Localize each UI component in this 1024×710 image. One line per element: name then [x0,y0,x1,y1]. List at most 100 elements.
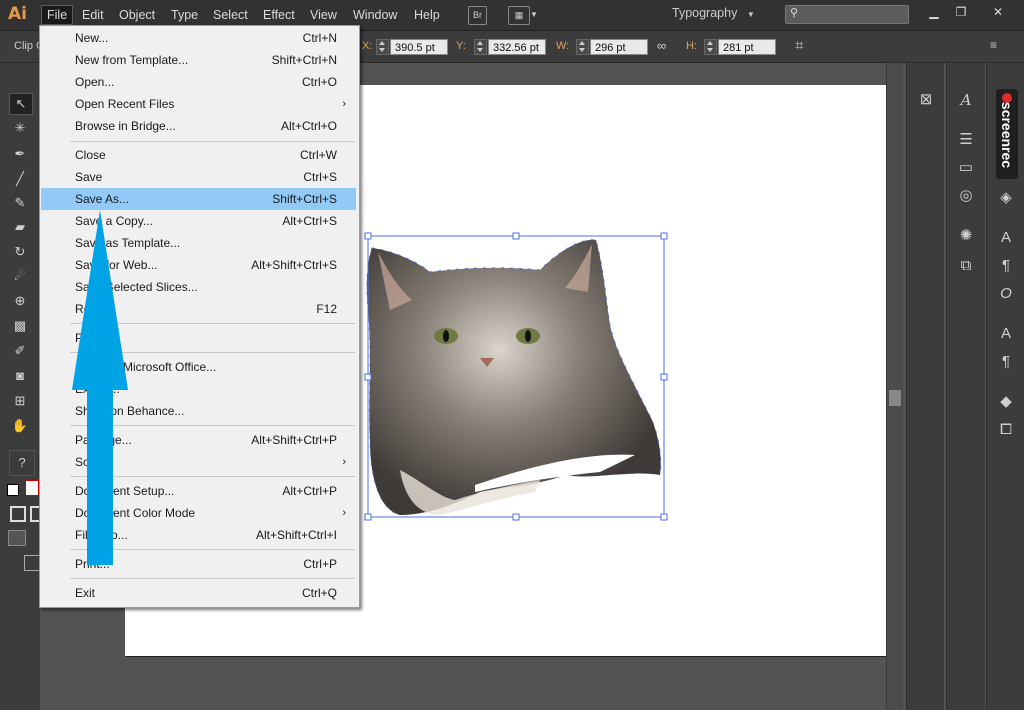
paragraph-style-icon[interactable]: ¶ [993,351,1019,373]
magic-wand-icon[interactable]: ✳ [9,118,31,138]
appearance-icon[interactable]: ✺ [953,225,979,247]
menu-edit[interactable]: Edit [82,7,104,23]
draw-normal-icon[interactable] [10,506,26,522]
tools-panel: ↖ ✳ ✒ ╱ ✎ ▰ ↻ ☄ ⊕ ▩ ✐ ◙ ⊞ ✋ ? [0,63,42,710]
menu-type[interactable]: Type [171,7,198,23]
menu-item-new[interactable]: New... Ctrl+N [41,27,356,49]
gradient-icon[interactable]: ▭ [953,157,979,179]
menu-separator [70,352,355,353]
menu-separator [70,476,355,477]
menu-separator [70,578,355,579]
menu-item-new-from-template[interactable]: New from Template... Shift+Ctrl+N [41,49,356,71]
arrange-documents-icon[interactable]: ▦ [508,6,530,25]
h-stepper[interactable] [704,39,717,55]
character-icon[interactable]: A [993,227,1019,249]
paragraph-icon[interactable]: ¶ [993,255,1019,277]
screen-mode-icon[interactable] [8,530,26,546]
menu-item-save-copy[interactable]: Save a Copy... Alt+Ctrl+S [41,210,356,232]
scroll-thumb[interactable] [889,390,901,406]
menu-help[interactable]: Help [414,7,440,23]
menu-item-file-info[interactable]: File Info... Alt+Shift+Ctrl+I [41,524,356,546]
x-label: X: [362,40,373,52]
character-style-icon[interactable]: A [993,323,1019,345]
y-field[interactable]: 332.56 pt [488,39,546,55]
chevron-down-icon: ▼ [746,10,755,19]
transparency-icon[interactable]: ◎ [953,185,979,207]
menu-item-save-as[interactable]: Save As... Shift+Ctrl+S [41,188,356,210]
y-stepper[interactable] [474,39,487,55]
menu-window[interactable]: Window [353,7,397,23]
hand-tool-icon[interactable]: ✋ [9,416,31,436]
menu-item-close[interactable]: Close Ctrl+W [41,144,356,166]
menu-separator [70,425,355,426]
x-stepper[interactable] [376,39,389,55]
menu-item-package[interactable]: Package... Alt+Shift+Ctrl+P [41,429,356,451]
graphic-styles-icon[interactable]: ⧉ [953,255,979,277]
stroke-swatch[interactable] [25,480,39,496]
menu-effect[interactable]: Effect [263,7,295,23]
menu-item-browse-bridge[interactable]: Browse in Bridge... Alt+Ctrl+O [41,115,356,137]
line-tool-icon[interactable]: ╱ [9,169,31,189]
menu-file[interactable]: File [40,5,74,25]
x-field[interactable]: 390.5 pt [390,39,448,55]
menu-item-save-for-web[interactable]: Save for Web... Alt+Shift+Ctrl+S [41,254,356,276]
paintbrush-icon[interactable]: ✎ [9,193,31,213]
h-field[interactable]: 281 pt [718,39,776,55]
menu-item-revert[interactable]: Revert F12 [41,298,356,320]
symbol-sprayer-icon[interactable]: ◙ [9,366,31,386]
menu-item-save-template[interactable]: Save as Template... [41,232,356,254]
bridge-icon[interactable]: Br [468,6,487,25]
w-label: W: [556,40,570,52]
illustrator-logo: Ai [8,4,27,24]
close-window-button[interactable]: ✕ [984,2,1012,22]
menu-item-open[interactable]: Open... Ctrl+O [41,71,356,93]
character-styles-icon[interactable]: A [953,89,979,111]
fill-swatch[interactable] [7,484,19,496]
menu-separator [70,141,355,142]
menu-item-exit[interactable]: Exit Ctrl+Q [41,582,356,604]
menu-item-save[interactable]: Save Ctrl+S [41,166,356,188]
menu-item-document-setup[interactable]: Document Setup... Alt+Ctrl+P [41,480,356,502]
chevron-right-icon: › [342,456,346,468]
w-stepper[interactable] [576,39,589,55]
link-icon[interactable]: ∞ [657,38,666,53]
navigator-icon[interactable]: ⊠ [913,89,939,111]
menu-item-open-recent[interactable]: Open Recent Files › [41,93,356,115]
help-icon[interactable]: ? [9,450,35,476]
restore-button[interactable]: ❐ [948,2,974,22]
eraser-icon[interactable]: ▰ [9,217,31,237]
change-screen-mode-icon[interactable] [24,555,40,571]
menu-item-save-slices[interactable]: Save Selected Slices... [41,276,356,298]
menu-item-document-color-mode[interactable]: Document Color Mode › [41,502,356,524]
menu-item-print[interactable]: Print... Ctrl+P [41,553,356,575]
eyedropper-icon[interactable]: ✐ [9,341,31,361]
warp-tool-icon[interactable]: ☄ [9,266,31,286]
align-icon[interactable]: ◈ [993,187,1019,209]
vertical-scrollbar[interactable] [886,63,903,710]
menu-select[interactable]: Select [213,7,248,23]
w-field[interactable]: 296 pt [590,39,648,55]
menu-item-share-behance[interactable]: Share on Behance... [41,400,356,422]
menu-item-place[interactable]: Place... [41,327,356,349]
opentype-icon[interactable]: O [993,283,1019,305]
pen-tool-icon[interactable]: ✒ [9,144,31,164]
menu-item-export[interactable]: Export... [41,378,356,400]
artboard-tool-icon[interactable]: ⊞ [9,391,31,411]
transform-icon[interactable]: ⌗ [795,37,803,54]
selection-tool-icon[interactable]: ↖ [9,93,33,115]
rotate-tool-icon[interactable]: ↻ [9,242,31,262]
workspace-switcher[interactable]: Typography ▼ [672,6,755,20]
search-input[interactable]: ⚲ [785,5,909,24]
shape-builder-icon[interactable]: ⊕ [9,291,31,311]
menu-object[interactable]: Object [119,7,155,23]
layers-icon[interactable]: ◆ [993,391,1019,413]
menu-item-scripts[interactable]: Scripts › [41,451,356,473]
panel-menu-icon[interactable]: ≡ [990,38,997,52]
menu-item-save-ms-office[interactable]: Save for Microsoft Office... [41,356,356,378]
cat-image[interactable] [360,230,670,525]
minimize-button[interactable]: ▁ [921,2,947,22]
stroke-icon[interactable]: ☰ [953,129,979,151]
artboards-icon[interactable]: ⧠ [993,419,1019,441]
perspective-grid-icon[interactable]: ▩ [9,316,31,336]
menu-view[interactable]: View [310,7,337,23]
